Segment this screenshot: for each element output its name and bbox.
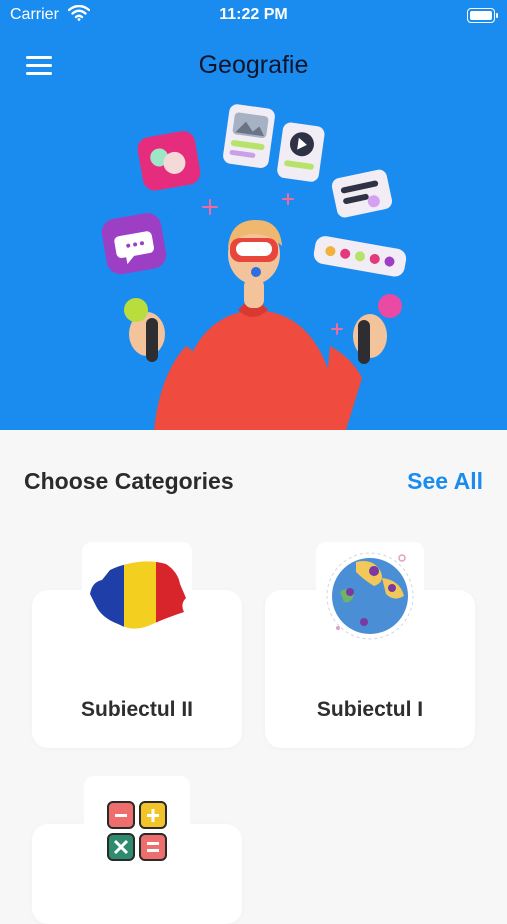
vr-person-illustration [101, 104, 407, 430]
status-bar: Carrier 11:22 PM [0, 0, 507, 32]
category-label: Subiectul II [80, 698, 193, 721]
page-title: Geografie [198, 51, 309, 79]
globe-map-pins-icon [316, 542, 424, 642]
romania-flag-map-icon [82, 542, 192, 642]
section-title: Choose Categories [24, 468, 234, 494]
category-label: Subiectul I [316, 698, 424, 721]
clock: 11:22 PM [219, 6, 288, 23]
see-all-link[interactable]: See All [407, 468, 483, 495]
calculator-operations-icon [84, 776, 190, 876]
hero-banner: Carrier 11:22 PM Geografie [0, 0, 507, 430]
battery-icon [467, 8, 498, 23]
